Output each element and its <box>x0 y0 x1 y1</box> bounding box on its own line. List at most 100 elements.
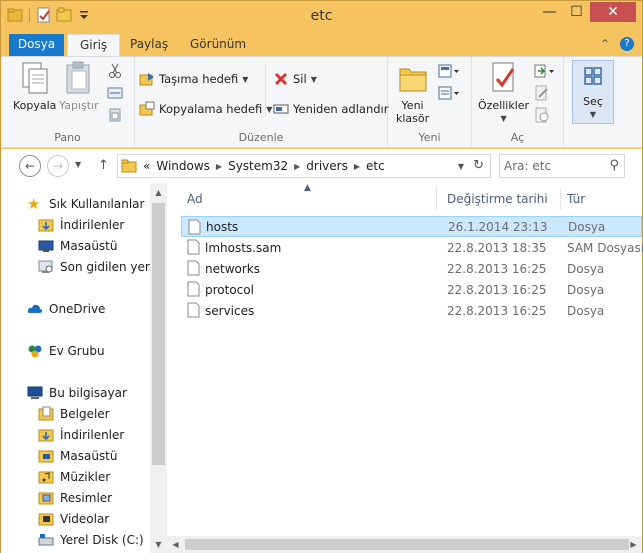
forward-button[interactable]: → <box>47 155 69 177</box>
file-date: 22.8.2013 16:25 <box>447 303 547 318</box>
nav-recent[interactable]: Son gidilen yerler <box>38 259 166 275</box>
paste-shortcut-icon[interactable] <box>107 107 123 123</box>
tab-paylas[interactable]: Paylaş <box>118 34 180 56</box>
nav-videos[interactable]: Videolar <box>38 511 109 527</box>
nav-label: Videolar <box>60 512 110 526</box>
copy-label: Kopyala <box>13 99 57 112</box>
breadcrumb-drivers[interactable]: drivers <box>306 159 348 173</box>
group-label-yeni: Yeni <box>418 131 441 144</box>
cut-icon[interactable] <box>107 63 123 79</box>
file-name: protocol <box>205 282 254 297</box>
nav-favorites[interactable]: ★ Sık Kullanılanlar <box>27 196 144 212</box>
ribbon-collapse-icon[interactable]: ⌃ <box>600 37 610 51</box>
nav-desktop-pc[interactable]: Masaüstü <box>38 448 117 464</box>
properties-dropdown-icon: ▼ <box>500 114 507 123</box>
breadcrumb-chevron-icon[interactable]: ▶ <box>294 162 300 171</box>
file-icon <box>187 302 200 318</box>
folder-icon <box>121 159 137 173</box>
address-dropdown-icon[interactable]: ▼ <box>458 162 464 171</box>
delete-label: Sil <box>293 72 307 86</box>
nav-downloads-pc[interactable]: İndirilenler <box>38 427 124 443</box>
refresh-icon[interactable]: ↻ <box>473 158 484 173</box>
copy-button[interactable]: Kopyala <box>13 61 56 112</box>
tab-dosya[interactable]: Dosya <box>9 34 64 56</box>
breadcrumb-etc[interactable]: etc <box>366 159 385 173</box>
column-header-date[interactable]: Değiştirme tarihi <box>441 188 561 210</box>
copy-to-button[interactable]: Kopyalama hedefi ▼ <box>139 101 272 117</box>
column-header-type[interactable]: Tür <box>561 188 642 210</box>
minimize-button[interactable]: — <box>536 2 563 22</box>
new-folder-button[interactable]: Yeni klasör <box>396 61 429 125</box>
paste-button[interactable]: Yapıştır <box>59 61 99 112</box>
ribbon-tabs: Dosya Giriş Paylaş Görünüm ⌃ ? <box>1 32 642 56</box>
column-header-name[interactable]: Ad <box>181 188 437 210</box>
scroll-thumb[interactable] <box>185 539 629 550</box>
easy-access-icon[interactable] <box>438 85 460 101</box>
back-button[interactable]: ← <box>19 155 41 177</box>
file-name: networks <box>205 261 260 276</box>
file-row-protocol[interactable]: protocol 22.8.2013 16:25 Dosya <box>181 279 642 300</box>
address-bar[interactable]: « Windows ▶ System32 ▶ drivers ▶ etc ▼ ↻ <box>117 154 491 178</box>
star-icon: ★ <box>27 195 41 213</box>
history-icon[interactable] <box>534 107 550 123</box>
scroll-up-icon[interactable]: ▲ <box>150 183 167 201</box>
documents-folder-icon <box>38 406 54 421</box>
scroll-thumb[interactable] <box>152 203 165 465</box>
delete-dropdown-icon: ▼ <box>310 74 317 84</box>
nav-music[interactable]: Müzikler <box>38 469 110 485</box>
file-date: 22.8.2013 16:25 <box>447 261 547 276</box>
nav-homegroup[interactable]: Ev Grubu <box>27 343 105 359</box>
breadcrumb-chevron-icon[interactable]: ▶ <box>354 162 360 171</box>
new-folder-icon <box>399 68 427 92</box>
breadcrumb-windows[interactable]: Windows <box>156 159 210 173</box>
file-row-hosts[interactable]: hosts 26.1.2014 23:13 Dosya <box>181 216 642 237</box>
recent-locations-dropdown-icon[interactable]: ▼ <box>75 160 81 169</box>
new-item-icon[interactable] <box>438 63 460 79</box>
copy-path-icon[interactable] <box>107 85 123 101</box>
file-row-lmhosts[interactable]: lmhosts.sam 22.8.2013 18:35 SAM Dosyası <box>181 237 643 258</box>
close-button[interactable]: ✕ <box>590 2 636 22</box>
new-folder-label-2: klasör <box>396 112 430 125</box>
file-type: Dosya <box>567 261 605 276</box>
search-input[interactable] <box>504 158 598 174</box>
file-date: 22.8.2013 18:35 <box>447 240 547 255</box>
search-icon[interactable]: ⚲ <box>609 158 619 173</box>
scroll-right-icon[interactable]: ▶ <box>625 536 642 553</box>
nav-pictures[interactable]: Resimler <box>38 490 112 506</box>
move-to-button[interactable]: Taşıma hedefi ▼ <box>139 71 248 87</box>
select-button[interactable]: Seç ▼ <box>572 60 614 124</box>
breadcrumb-overflow[interactable]: « <box>143 159 150 173</box>
scroll-left-icon[interactable]: ◀ <box>167 536 184 553</box>
nav-downloads[interactable]: İndirilenler <box>38 217 124 233</box>
file-name: hosts <box>206 219 239 234</box>
nav-desktop[interactable]: Masaüstü <box>38 238 117 254</box>
computer-icon <box>27 386 43 399</box>
nav-localdisk[interactable]: Yerel Disk (C:) <box>38 532 144 548</box>
delete-button[interactable]: Sil ▼ <box>273 71 317 87</box>
properties-button[interactable]: Özellikler ▼ <box>478 61 529 125</box>
horizontal-scrollbar[interactable]: ◀ ▶ <box>167 536 642 553</box>
tab-gorunum[interactable]: Görünüm <box>178 34 258 56</box>
properties-label: Özellikler <box>478 99 530 112</box>
nav-thispc[interactable]: Bu bilgisayar <box>27 385 127 401</box>
file-row-networks[interactable]: networks 22.8.2013 16:25 Dosya <box>181 258 642 279</box>
file-type: SAM Dosyası <box>567 240 643 255</box>
tab-giris[interactable]: Giriş <box>67 34 121 56</box>
desktop-folder-icon <box>38 450 54 463</box>
up-button[interactable]: ↑ <box>98 158 109 173</box>
help-icon[interactable]: ? <box>620 37 634 51</box>
maximize-button[interactable]: ☐ <box>563 2 590 22</box>
breadcrumb-system32[interactable]: System32 <box>228 159 288 173</box>
open-icon[interactable] <box>534 63 556 79</box>
nav-scrollbar[interactable]: ▲ ▼ <box>150 183 167 553</box>
rename-button[interactable]: Yeniden adlandır <box>273 101 388 117</box>
scroll-down-icon[interactable]: ▼ <box>150 535 167 553</box>
file-row-services[interactable]: services 22.8.2013 16:25 Dosya <box>181 300 642 321</box>
nav-onedrive[interactable]: OneDrive <box>27 301 105 317</box>
music-folder-icon <box>38 471 54 484</box>
nav-documents[interactable]: Belgeler <box>38 406 110 422</box>
window-controls: — ☐ ✕ <box>536 2 636 22</box>
cloud-icon <box>27 304 43 313</box>
edit-icon[interactable] <box>534 85 550 101</box>
breadcrumb-chevron-icon[interactable]: ▶ <box>216 162 222 171</box>
